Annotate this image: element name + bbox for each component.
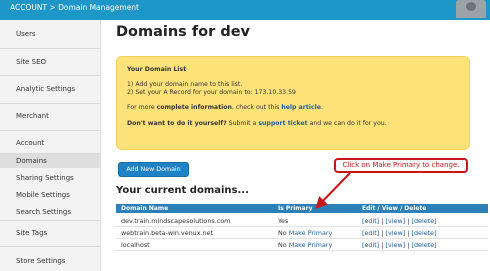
view-link[interactable]: [view] xyxy=(386,229,406,237)
sidebar-item-analytic-settings[interactable]: Analytic Settings xyxy=(0,85,100,93)
sidebar-divider xyxy=(0,103,100,104)
table-row: webtrain.beta-win.venux.net No Make Prim… xyxy=(116,227,488,239)
sidebar-divider xyxy=(0,246,100,247)
action-separator: | xyxy=(407,241,410,249)
table-row: dev.train.mindscapesolutions.com Yes [ed… xyxy=(116,215,488,227)
info-diy-mid: Submit a xyxy=(226,120,259,127)
make-primary-link[interactable]: Make Primary xyxy=(289,241,333,249)
info-diy-bold: Don't want to do it yourself? xyxy=(127,120,227,127)
view-link[interactable]: [view] xyxy=(386,241,406,249)
sidebar-item-search-settings[interactable]: Search Settings xyxy=(0,208,100,216)
sidebar-divider xyxy=(0,48,100,49)
action-separator: | xyxy=(407,217,410,225)
info-step-2: 2) Set your A Record for your domain to:… xyxy=(127,89,296,96)
sidebar: Users Site SEO Analytic Settings Merchan… xyxy=(0,20,101,271)
view-link[interactable]: [view] xyxy=(386,217,406,225)
domain-name: webtrain.beta-win.venux.net xyxy=(121,229,214,237)
col-domain-name: Domain Name xyxy=(121,205,169,212)
domain-info-box: Your Domain List 1) Add your domain name… xyxy=(116,56,470,150)
row-actions: [edit] | [view] | [delete] xyxy=(362,241,437,249)
add-new-domain-button[interactable]: Add New Domain xyxy=(118,162,189,177)
sidebar-item-site-tags[interactable]: Site Tags xyxy=(0,229,100,237)
sidebar-divider xyxy=(0,220,100,221)
help-article-link[interactable]: help article xyxy=(281,104,321,111)
delete-link[interactable]: [delete] xyxy=(411,241,436,249)
info-diy-line: Don't want to do it yourself? Submit a s… xyxy=(127,120,387,127)
make-primary-link[interactable]: Make Primary xyxy=(289,229,333,237)
delete-link[interactable]: [delete] xyxy=(411,229,436,237)
info-more-bold: complete information xyxy=(156,104,232,111)
info-more-end: . xyxy=(320,104,323,111)
edit-link[interactable]: [edit] xyxy=(362,217,379,225)
sidebar-item-users[interactable]: Users xyxy=(0,30,100,38)
edit-link[interactable]: [edit] xyxy=(362,229,379,237)
domain-name: localhost xyxy=(121,241,150,249)
info-diy-end: and we can do it for you. xyxy=(307,120,387,127)
sidebar-divider xyxy=(0,75,100,76)
sidebar-item-merchant[interactable]: Merchant xyxy=(0,112,100,120)
info-more-mid: , check out this xyxy=(231,104,282,111)
edit-link[interactable]: [edit] xyxy=(362,241,379,249)
sidebar-item-mobile-settings[interactable]: Mobile Settings xyxy=(0,191,100,199)
is-primary-value: No Make Primary xyxy=(278,229,332,237)
breadcrumb[interactable]: ACCOUNT > Domain Management xyxy=(10,3,139,12)
row-actions: [edit] | [view] | [delete] xyxy=(362,217,437,225)
is-primary-text: No xyxy=(278,241,287,249)
action-separator: | xyxy=(407,229,410,237)
domain-name: dev.train.mindscapesolutions.com xyxy=(121,217,231,225)
support-ticket-link[interactable]: support ticket xyxy=(258,120,307,127)
callout-annotation: Click on Make Primary to change. xyxy=(334,158,468,173)
sidebar-item-sharing-settings[interactable]: Sharing Settings xyxy=(0,174,100,182)
info-step-1: 1) Add your domain name to this list. xyxy=(127,81,243,88)
delete-link[interactable]: [delete] xyxy=(411,217,436,225)
sidebar-item-domains[interactable]: Domains xyxy=(0,154,100,168)
sidebar-item-account[interactable]: Account xyxy=(0,139,100,147)
main-content: Domains for dev Your Domain List 1) Add … xyxy=(100,20,490,271)
col-is-primary: Is Primary xyxy=(278,205,313,212)
is-primary-value: Yes xyxy=(278,217,289,225)
info-more-pre: For more xyxy=(127,104,157,111)
action-separator: | xyxy=(381,229,384,237)
sidebar-item-site-seo[interactable]: Site SEO xyxy=(0,58,100,66)
sidebar-item-store-settings[interactable]: Store Settings xyxy=(0,257,100,265)
page-title: Domains for dev xyxy=(116,24,250,40)
table-row: localhost No Make Primary [edit] | [view… xyxy=(116,239,488,251)
avatar[interactable] xyxy=(456,0,486,18)
info-more-line: For more complete information, check out… xyxy=(127,104,323,111)
is-primary-value: No Make Primary xyxy=(278,241,332,249)
current-domains-heading: Your current domains... xyxy=(116,185,249,196)
info-title: Your Domain List xyxy=(127,66,187,73)
sidebar-divider xyxy=(0,130,100,131)
col-edit-view-delete: Edit / View / Delete xyxy=(362,205,427,212)
is-primary-text: No xyxy=(278,229,287,237)
domains-table-header: Domain Name Is Primary Edit / View / Del… xyxy=(116,204,488,213)
action-separator: | xyxy=(381,241,384,249)
row-actions: [edit] | [view] | [delete] xyxy=(362,229,437,237)
top-bar: ACCOUNT > Domain Management xyxy=(0,0,490,20)
action-separator: | xyxy=(381,217,384,225)
